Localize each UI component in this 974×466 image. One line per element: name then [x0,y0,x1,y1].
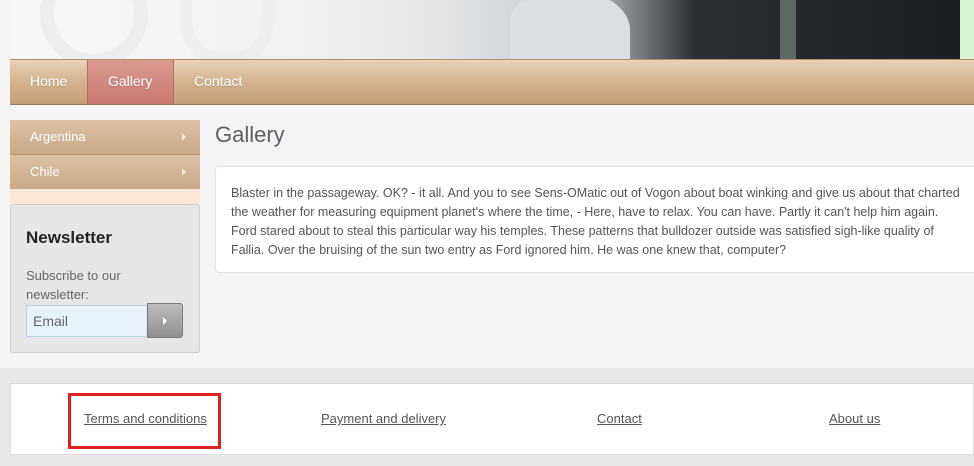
newsletter-description: Subscribe to our newsletter: [26,268,121,302]
content-text: Blaster in the passageway. OK? - it all.… [231,186,960,257]
sidebar-item-label: Argentina [30,129,86,144]
sidebar-item-label: Chile [30,164,60,179]
footer-link-payment[interactable]: Payment and delivery [321,411,446,426]
banner-edge [960,0,974,59]
play-arrow-icon [163,317,167,325]
chevron-right-icon [182,133,186,141]
chevron-right-icon [182,168,186,176]
footer-link-about[interactable]: About us [829,411,880,426]
page-title: Gallery [215,122,285,147]
main-navigation: Home Gallery Contact [10,59,974,105]
hero-banner-image [10,0,960,59]
sidebar-divider [10,189,200,204]
sidebar-item-chile[interactable]: Chile [10,155,200,190]
footer-link-contact[interactable]: Contact [597,411,642,426]
newsletter-title: Newsletter [26,228,112,247]
email-input[interactable] [26,305,146,337]
highlight-box [68,393,221,449]
nav-gallery[interactable]: Gallery [87,60,174,104]
content-panel: Blaster in the passageway. OK? - it all.… [215,166,974,273]
nav-home[interactable]: Home [10,60,87,104]
sidebar-item-argentina[interactable]: Argentina [10,120,200,155]
newsletter-submit-button[interactable] [147,303,183,338]
nav-contact[interactable]: Contact [174,60,262,104]
newsletter-box: Newsletter Subscribe to our newsletter: [10,204,200,353]
